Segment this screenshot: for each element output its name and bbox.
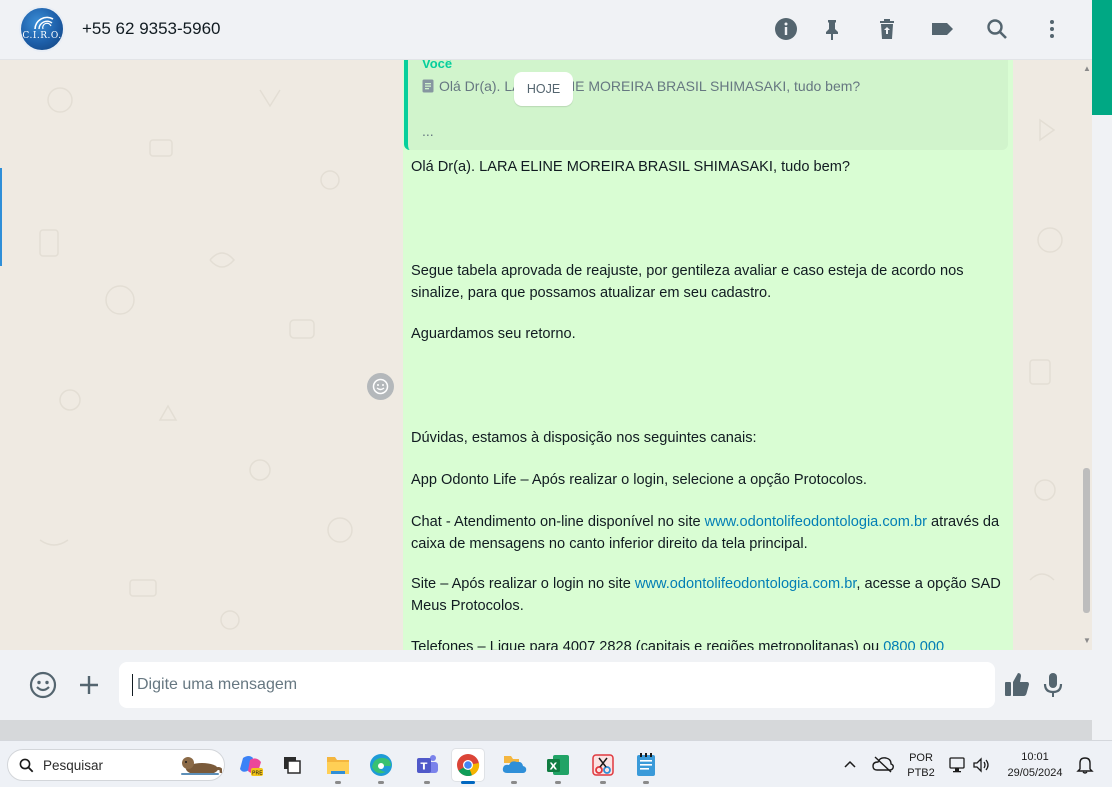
message-text: Site – Após realizar o login no site: [411, 576, 635, 592]
pin-icon[interactable]: [819, 16, 845, 42]
teams-icon: T: [417, 755, 438, 773]
chrome-icon: [457, 754, 480, 777]
message-input[interactable]: [119, 662, 995, 708]
document-icon: [422, 79, 434, 93]
notepad-app[interactable]: [630, 749, 662, 781]
delete-icon[interactable]: [874, 16, 900, 42]
edge-green-accent: [1092, 0, 1112, 115]
notepad-icon: [637, 753, 655, 776]
more-options-icon[interactable]: [1039, 16, 1065, 42]
app-running-indicator: [424, 781, 430, 784]
chrome-app[interactable]: [452, 749, 484, 781]
folder-icon: [327, 757, 349, 774]
react-emoji-button[interactable]: [367, 373, 394, 400]
taskbar-search-box[interactable]: Pesquisar: [7, 749, 225, 781]
taskbar-search-label: Pesquisar: [43, 758, 104, 773]
scrollbar-thumb[interactable]: [1083, 468, 1090, 613]
edge-icon: [370, 754, 392, 776]
teams-app[interactable]: T: [411, 749, 443, 781]
quoted-ellipsis: ...: [422, 123, 434, 139]
message-paragraph: Site – Após realizar o login no site www…: [411, 573, 1001, 617]
message-composer: [0, 650, 1092, 720]
app-running-indicator: [378, 781, 384, 784]
website-link[interactable]: www.odontolifeodontologia.com.br: [635, 576, 856, 592]
file-explorer-app[interactable]: [322, 749, 354, 781]
app-running-indicator: [643, 781, 649, 784]
thumbs-up-icon[interactable]: [1002, 670, 1032, 700]
excel-app[interactable]: X: [542, 749, 574, 781]
excel-icon: X: [547, 755, 569, 775]
app-running-indicator: [511, 781, 517, 784]
contact-name[interactable]: +55 62 9353-5960: [82, 19, 221, 39]
task-view-icon: [284, 757, 301, 774]
copilot-icon: PRE: [240, 756, 263, 777]
clock-date[interactable]: 29/05/2024: [1000, 766, 1070, 780]
phone-link[interactable]: 0800 000: [883, 639, 944, 650]
task-view-app[interactable]: [276, 749, 308, 781]
volume-icon[interactable]: [972, 756, 990, 774]
svg-text:X: X: [550, 762, 558, 773]
app-running-indicator: [600, 781, 606, 784]
left-edge-accent: [0, 168, 2, 266]
smiley-icon: [372, 378, 389, 395]
info-icon[interactable]: [773, 16, 799, 42]
message-paragraph: Telefones – Ligue para 4007 2828 (capita…: [411, 636, 1001, 650]
attach-plus-icon[interactable]: [74, 670, 104, 700]
window-right-edge: [1092, 0, 1112, 740]
message-text: Telefones – Ligue para 4007 2828 (capita…: [411, 639, 884, 650]
svg-text:PRE: PRE: [252, 771, 263, 777]
message-paragraph: Aguardamos seu retorno.: [411, 326, 576, 342]
app-running-indicator: [335, 781, 341, 784]
snipping-tool-app[interactable]: [587, 749, 619, 781]
quoted-message[interactable]: Você Olá Dr(a). LARA ELINE MOREIRA BRASI…: [404, 60, 1008, 150]
active-app-indicator: [461, 781, 475, 784]
show-hidden-icons-chevron-icon[interactable]: [843, 759, 857, 769]
input-language-bottom[interactable]: PTB2: [903, 766, 939, 780]
copilot-app[interactable]: PRE: [235, 749, 267, 781]
notification-bell-icon[interactable]: [1076, 755, 1094, 775]
onedrive-app[interactable]: [498, 749, 530, 781]
website-link[interactable]: www.odontolifeodontologia.com.br: [705, 514, 927, 530]
microphone-icon[interactable]: [1038, 670, 1068, 700]
emoji-icon[interactable]: [28, 670, 58, 700]
chat-header: C.I.R.O. +55 62 9353-5960: [0, 0, 1092, 60]
contact-avatar[interactable]: C.I.R.O.: [19, 6, 65, 52]
logo-arcs-icon: [34, 16, 54, 30]
message-paragraph: Dúvidas, estamos à disposição nos seguin…: [411, 430, 757, 446]
onedrive-folder-icon: [502, 756, 527, 773]
message-greeting: Olá Dr(a). LARA ELINE MOREIRA BRASIL SHI…: [411, 159, 851, 175]
quoted-sender: Você: [422, 60, 453, 71]
scroll-down-arrow-icon[interactable]: ▼: [1083, 636, 1091, 645]
avatar-logo-text: C.I.R.O.: [22, 31, 62, 41]
clock-time[interactable]: 10:01: [1000, 750, 1070, 764]
onedrive-offline-cloud-icon[interactable]: [872, 755, 894, 773]
search-icon: [19, 758, 34, 773]
svg-text:T: T: [421, 762, 428, 773]
app-running-indicator: [555, 781, 561, 784]
window-bottom-edge: [0, 720, 1092, 740]
otter-highlight-icon: [181, 757, 222, 775]
message-text: Chat - Atendimento on-line disponível no…: [411, 514, 705, 530]
label-icon[interactable]: [929, 16, 955, 42]
quoted-text: Olá Dr(a). LARA ELINE MOREIRA BRASIL SHI…: [439, 78, 861, 94]
message-paragraph: Chat - Atendimento on-line disponível no…: [411, 511, 1001, 555]
network-icon[interactable]: [948, 756, 968, 774]
text-caret: [132, 674, 133, 696]
search-icon[interactable]: [984, 16, 1010, 42]
message-paragraph: Segue tabela aprovada de reajuste, por g…: [411, 263, 964, 301]
snipping-tool-icon: [592, 754, 614, 776]
edge-app[interactable]: [365, 749, 397, 781]
message-paragraph: App Odonto Life – Após realizar o login,…: [411, 472, 867, 488]
windows-taskbar: Pesquisar PRE T X POR PTB2 10:01 29/05/2…: [0, 740, 1112, 787]
input-language-top[interactable]: POR: [903, 751, 939, 765]
scroll-up-arrow-icon[interactable]: ▲: [1083, 64, 1091, 73]
date-chip: HOJE: [514, 72, 573, 106]
chat-panel[interactable]: Você Olá Dr(a). LARA ELINE MOREIRA BRASI…: [0, 60, 1092, 650]
